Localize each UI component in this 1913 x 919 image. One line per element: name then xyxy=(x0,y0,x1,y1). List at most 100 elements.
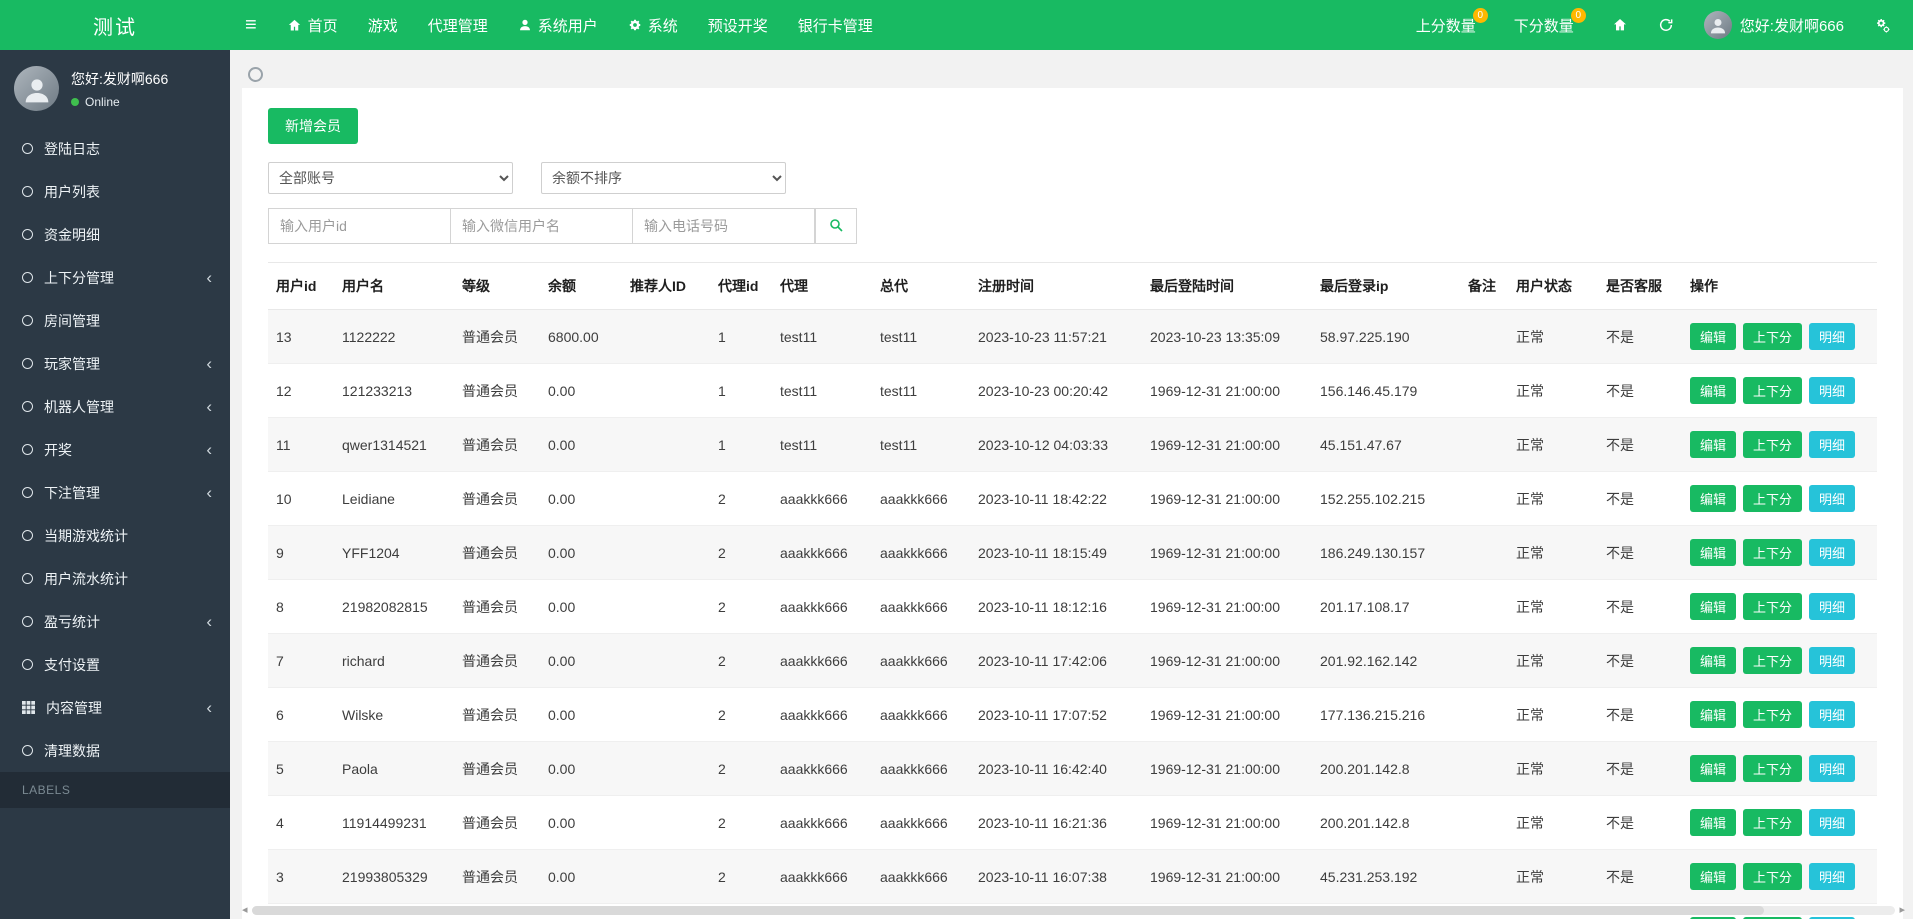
detail-button[interactable]: 明细 xyxy=(1809,323,1856,350)
sidebar-item-draw[interactable]: 开奖 ‹ xyxy=(0,428,230,471)
detail-button[interactable]: 明细 xyxy=(1809,485,1856,512)
up-down-score-button[interactable]: 上下分 xyxy=(1743,431,1803,458)
down-score-badge: 0 xyxy=(1570,7,1586,23)
sidebar-item-current-game-stats[interactable]: 当期游戏统计 xyxy=(0,514,230,557)
detail-button[interactable]: 明细 xyxy=(1809,377,1856,404)
account-filter-select[interactable]: 全部账号 xyxy=(268,162,513,194)
scroll-right-arrow-icon[interactable]: ▸ xyxy=(1899,905,1905,916)
edit-button[interactable]: 编辑 xyxy=(1690,377,1737,404)
nav-item-home[interactable]: 首页 xyxy=(272,0,353,50)
sidebar-item-user-flow-stats[interactable]: 用户流水统计 xyxy=(0,557,230,600)
detail-button[interactable]: 明细 xyxy=(1809,539,1856,566)
column-header: 操作 xyxy=(1682,262,1877,310)
up-down-score-button[interactable]: 上下分 xyxy=(1743,755,1803,782)
cell-level: 普通会员 xyxy=(454,471,540,526)
sidebar-item-clear-data[interactable]: 清理数据 xyxy=(0,729,230,772)
sidebar-item-content-management[interactable]: 内容管理 ‹ xyxy=(0,686,230,729)
edit-button[interactable]: 编辑 xyxy=(1690,485,1737,512)
scrollbar-track[interactable] xyxy=(251,906,1896,915)
sidebar-item-payment-settings[interactable]: 支付设置 xyxy=(0,643,230,686)
up-down-score-button[interactable]: 上下分 xyxy=(1743,809,1803,836)
up-down-score-button[interactable]: 上下分 xyxy=(1743,593,1803,620)
table-row: 8 21982082815 普通会员 0.00 2 aaakkk666 aaakkk666 2… xyxy=(268,579,1877,634)
edit-button[interactable]: 编辑 xyxy=(1690,593,1737,620)
cell-id: 10 xyxy=(268,471,334,526)
circle-icon xyxy=(22,573,33,584)
user-menu[interactable]: 您好:发财啊666 xyxy=(1703,11,1844,39)
add-member-button[interactable]: 新增会员 xyxy=(268,108,358,144)
up-score-link[interactable]: 上分数量 0 xyxy=(1416,7,1488,36)
sidebar-item-score-management[interactable]: 上下分管理 ‹ xyxy=(0,256,230,299)
sidebar-item-label: 用户列表 xyxy=(44,183,100,200)
edit-button[interactable]: 编辑 xyxy=(1690,323,1737,350)
search-row xyxy=(268,208,1877,244)
settings-gears-icon[interactable] xyxy=(1874,17,1891,34)
balance-sort-select[interactable]: 余额不排序 xyxy=(541,162,786,194)
cell-agent: aaakkk666 xyxy=(772,471,872,526)
down-score-link[interactable]: 下分数量 0 xyxy=(1514,7,1586,36)
cell-referrer-id xyxy=(622,741,710,796)
cell-general-agent: aaakkk666 xyxy=(872,741,970,796)
scrollbar-thumb[interactable] xyxy=(251,906,1764,915)
cell-is-customer-service: 不是 xyxy=(1598,741,1682,796)
detail-button[interactable]: 明细 xyxy=(1809,755,1856,782)
sidebar-item-robot-management[interactable]: 机器人管理 ‹ xyxy=(0,385,230,428)
nav-item-label: 游戏 xyxy=(367,17,398,35)
sidebar-item-player-management[interactable]: 玩家管理 ‹ xyxy=(0,342,230,385)
nav-item-agent-management[interactable]: 代理管理 xyxy=(413,0,503,50)
cell-general-agent: test11 xyxy=(872,363,970,418)
nav-item-games[interactable]: 游戏 xyxy=(353,0,413,50)
cell-agent-id: 2 xyxy=(710,795,772,850)
sidebar-item-fund-detail[interactable]: 资金明细 xyxy=(0,213,230,256)
phone-input[interactable] xyxy=(632,208,815,244)
detail-button[interactable]: 明细 xyxy=(1809,431,1856,458)
scroll-left-arrow-icon[interactable]: ◂ xyxy=(242,905,248,916)
cell-last-login-time: 2023-10-23 13:35:09 xyxy=(1142,309,1312,364)
up-down-score-button[interactable]: 上下分 xyxy=(1743,323,1803,350)
edit-button[interactable]: 编辑 xyxy=(1690,755,1737,782)
up-down-score-button[interactable]: 上下分 xyxy=(1743,485,1803,512)
cell-agent: aaakkk666 xyxy=(772,741,872,796)
wechat-username-input[interactable] xyxy=(450,208,633,244)
refresh-icon[interactable] xyxy=(1658,17,1674,33)
edit-button[interactable]: 编辑 xyxy=(1690,701,1737,728)
column-header: 余额 xyxy=(540,262,622,310)
nav-item-bank-card-management[interactable]: 银行卡管理 xyxy=(783,0,888,50)
edit-button[interactable]: 编辑 xyxy=(1690,863,1737,890)
detail-button[interactable]: 明细 xyxy=(1809,809,1856,836)
sidebar-item-bet-management[interactable]: 下注管理 ‹ xyxy=(0,471,230,514)
tab-circle-icon[interactable] xyxy=(248,66,263,82)
sidebar-item-room-management[interactable]: 房间管理 xyxy=(0,299,230,342)
up-down-score-button[interactable]: 上下分 xyxy=(1743,863,1803,890)
search-button[interactable] xyxy=(815,208,857,244)
sidebar-item-user-list[interactable]: 用户列表 xyxy=(0,170,230,213)
sidebar-item-login-log[interactable]: 登陆日志 xyxy=(0,127,230,170)
hamburger-menu-icon[interactable]: ≡ xyxy=(230,0,272,50)
search-icon xyxy=(828,217,844,236)
nav-item-system-users[interactable]: 系统用户 xyxy=(503,0,613,50)
cell-remark xyxy=(1460,795,1508,850)
detail-button[interactable]: 明细 xyxy=(1809,593,1856,620)
detail-button[interactable]: 明细 xyxy=(1809,701,1856,728)
sidebar-item-profit-loss-stats[interactable]: 盈亏统计 ‹ xyxy=(0,600,230,643)
detail-button[interactable]: 明细 xyxy=(1809,863,1856,890)
up-down-score-button[interactable]: 上下分 xyxy=(1743,701,1803,728)
edit-button[interactable]: 编辑 xyxy=(1690,809,1737,836)
horizontal-scrollbar[interactable]: ◂ ▸ xyxy=(242,904,1905,917)
edit-button[interactable]: 编辑 xyxy=(1690,431,1737,458)
cell-actions: 编辑上下分明细 xyxy=(1682,795,1877,850)
cell-remark xyxy=(1460,633,1508,688)
nav-item-preset-draw[interactable]: 预设开奖 xyxy=(693,0,783,50)
edit-button[interactable]: 编辑 xyxy=(1690,539,1737,566)
up-down-score-button[interactable]: 上下分 xyxy=(1743,539,1803,566)
nav-item-system[interactable]: 系统 xyxy=(613,0,693,50)
cell-register-time: 2023-10-11 18:42:22 xyxy=(970,471,1142,526)
edit-button[interactable]: 编辑 xyxy=(1690,647,1737,674)
user-id-input[interactable] xyxy=(268,208,451,244)
cell-agent-id: 2 xyxy=(710,633,772,688)
cell-referrer-id xyxy=(622,849,710,904)
up-down-score-button[interactable]: 上下分 xyxy=(1743,647,1803,674)
home-shortcut-icon[interactable] xyxy=(1612,17,1628,33)
detail-button[interactable]: 明细 xyxy=(1809,647,1856,674)
up-down-score-button[interactable]: 上下分 xyxy=(1743,377,1803,404)
